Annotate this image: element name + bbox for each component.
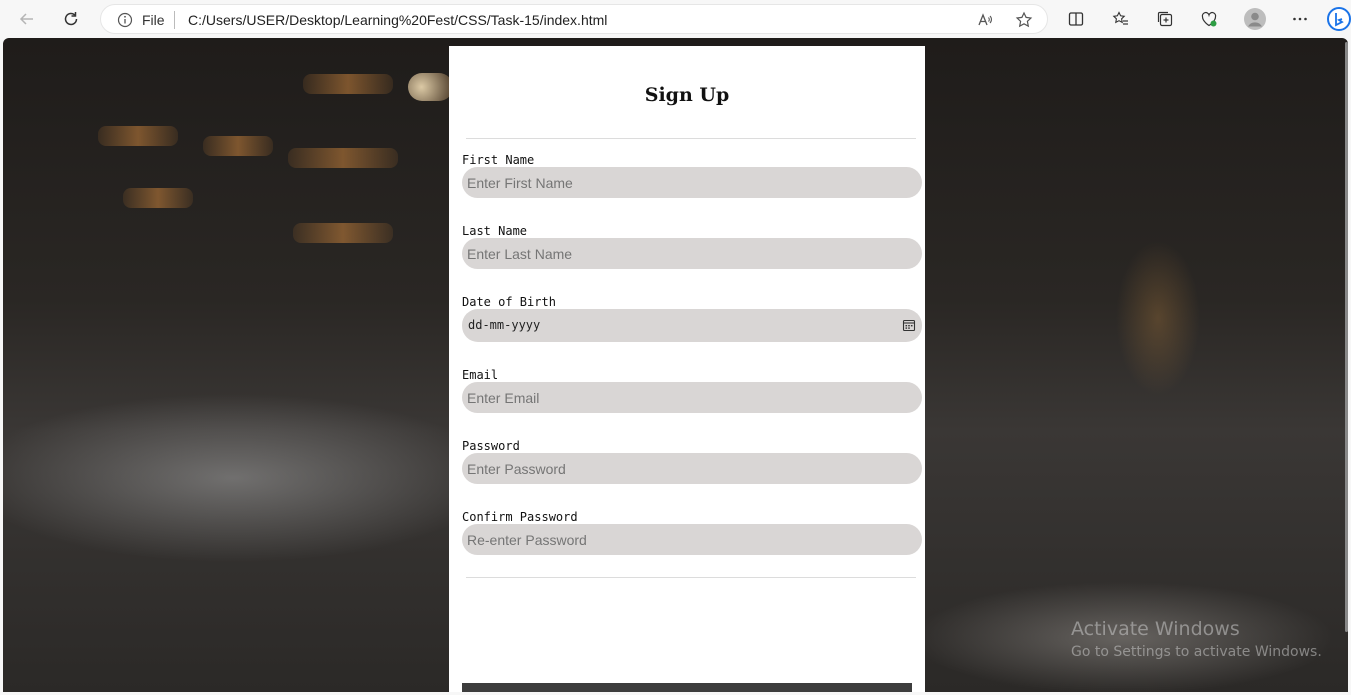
read-aloud-icon[interactable] <box>975 10 995 30</box>
email-input[interactable] <box>462 382 922 413</box>
submit-button[interactable] <box>462 683 912 692</box>
bottom-divider <box>466 577 916 578</box>
back-icon[interactable] <box>15 7 39 31</box>
windows-activation-watermark: Activate Windows Go to Settings to activ… <box>1071 618 1322 660</box>
confirm-password-label: Confirm Password <box>462 510 578 524</box>
signup-card: Sign Up First Name Last Name Date of Bir… <box>449 46 925 692</box>
background-light-spot <box>408 73 453 101</box>
page-viewport: Activate Windows Go to Settings to activ… <box>3 38 1348 692</box>
password-input[interactable] <box>462 453 922 484</box>
background-light-slat <box>288 148 398 168</box>
watermark-title: Activate Windows <box>1071 618 1240 640</box>
password-label: Password <box>462 439 520 453</box>
copilot-icon[interactable] <box>1327 7 1351 31</box>
refresh-icon[interactable] <box>59 7 83 31</box>
top-divider <box>466 138 916 139</box>
date-placeholder: dd-mm-yyyy <box>468 318 541 332</box>
info-icon[interactable] <box>117 12 133 28</box>
background-light-slat <box>98 126 178 146</box>
browser-essentials-icon[interactable] <box>1197 7 1221 31</box>
address-bar[interactable]: File C:/Users/USER/Desktop/Learning%20Fe… <box>100 4 1048 34</box>
date-of-birth-input[interactable]: dd-mm-yyyy <box>462 309 922 342</box>
last-name-label: Last Name <box>462 224 528 238</box>
calendar-icon[interactable] <box>902 318 916 332</box>
page-scrollbar[interactable] <box>1345 42 1348 632</box>
background-light-slat <box>123 188 193 208</box>
form-title: Sign Up <box>644 84 730 106</box>
browser-toolbar: File C:/Users/USER/Desktop/Learning%20Fe… <box>0 0 1351 38</box>
background-light-slat <box>203 136 273 156</box>
more-options-icon[interactable] <box>1288 7 1312 31</box>
watermark-subtitle: Go to Settings to activate Windows. <box>1071 644 1322 660</box>
background-light-slat <box>293 223 393 243</box>
profile-avatar-icon[interactable] <box>1243 7 1267 31</box>
favorites-icon[interactable] <box>1109 7 1133 31</box>
split-screen-icon[interactable] <box>1064 7 1088 31</box>
confirm-password-input[interactable] <box>462 524 922 555</box>
background-light-slat <box>303 74 393 94</box>
email-label: Email <box>462 368 499 382</box>
collections-icon[interactable] <box>1153 7 1177 31</box>
address-separator <box>174 11 175 29</box>
favorite-star-icon[interactable] <box>1014 10 1034 30</box>
date-of-birth-label: Date of Birth <box>462 295 556 309</box>
scheme-label: File <box>142 12 165 28</box>
first-name-label: First Name <box>462 153 535 167</box>
last-name-input[interactable] <box>462 238 922 269</box>
first-name-input[interactable] <box>462 167 922 198</box>
url-text[interactable]: C:/Users/USER/Desktop/Learning%20Fest/CS… <box>188 12 607 28</box>
